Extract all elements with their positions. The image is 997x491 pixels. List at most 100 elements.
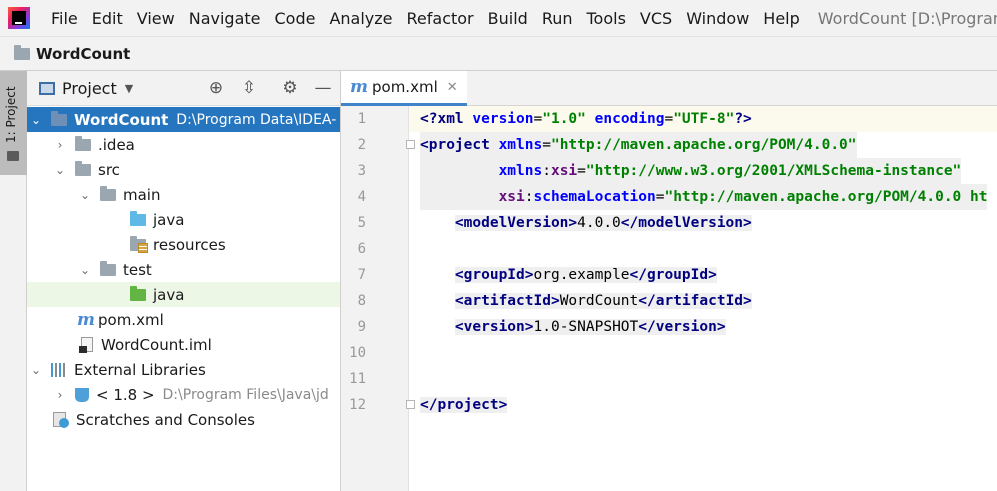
locate-target-icon[interactable]: ⊕ <box>207 79 225 97</box>
folder-icon <box>75 135 91 151</box>
left-tool-strip: 1: Project <box>0 71 27 491</box>
tag-text: 4.0.0 <box>577 215 621 231</box>
line-number: 2 <box>357 137 366 153</box>
maven-file-icon: m <box>350 77 368 97</box>
tree-item-external-libraries[interactable]: ⌄ External Libraries <box>27 357 340 382</box>
chevron-right-icon[interactable]: › <box>53 388 67 402</box>
menu-file[interactable]: File <box>44 9 85 28</box>
tree-item-test-java[interactable]: java <box>27 282 340 307</box>
code-line-4: xsi:schemaLocation="http://maven.apache.… <box>420 184 988 210</box>
jdk-icon <box>75 387 89 402</box>
line-number: 11 <box>349 371 366 387</box>
module-file-icon <box>79 337 93 353</box>
menu-run[interactable]: Run <box>535 9 580 28</box>
menu-view[interactable]: View <box>130 9 182 28</box>
chevron-right-icon[interactable]: › <box>53 138 67 152</box>
project-view-selector[interactable]: Project <box>62 79 117 98</box>
attr-name: xsi <box>550 163 578 179</box>
project-panel: Project ▼ ⊕ ⇳ ⚙ — ⌄ WordCount D:\Program… <box>27 71 341 491</box>
attr-name: version <box>472 111 534 127</box>
tag-text: org.example <box>533 267 630 283</box>
menu-window[interactable]: Window <box>679 9 756 28</box>
menu-help[interactable]: Help <box>756 9 806 28</box>
breadcrumb-project[interactable]: WordCount <box>36 45 130 63</box>
attr-value: "UTF-8" <box>673 111 735 127</box>
menu-analyze[interactable]: Analyze <box>322 9 399 28</box>
window-title: WordCount [D:\Program Dat <box>817 8 997 28</box>
folder-icon <box>75 160 91 176</box>
tree-item-main-java[interactable]: java <box>27 207 340 232</box>
folder-icon <box>14 44 30 60</box>
editor: m pom.xml ✕ 1 2 3 4 5 6 7 8 9 10 11 12 <… <box>341 71 997 491</box>
code-line-3: xmlns:xsi="http://www.w3.org/2001/XMLSch… <box>420 158 962 184</box>
tree-item-pom[interactable]: m pom.xml <box>27 307 340 332</box>
chevron-down-icon[interactable]: ⌄ <box>78 263 92 277</box>
project-tool-window-tab[interactable]: 1: Project <box>0 71 27 175</box>
tag-text: 1.0-SNAPSHOT <box>533 319 639 335</box>
tree-item-iml[interactable]: WordCount.iml <box>27 332 340 357</box>
tree-item-scratches[interactable]: Scratches and Consoles <box>27 407 340 432</box>
fold-marker-icon[interactable] <box>406 140 415 149</box>
line-number: 8 <box>357 293 366 309</box>
tree-item-label: main <box>123 185 161 204</box>
tree-item-idea[interactable]: › .idea <box>27 132 340 157</box>
chevron-down-icon[interactable]: ⌄ <box>53 163 67 177</box>
tree-item-path: D:\Program Files\Java\jd <box>162 386 329 403</box>
folder-icon <box>100 260 116 276</box>
close-icon[interactable]: ✕ <box>447 80 458 95</box>
intellij-logo-icon <box>8 7 30 29</box>
chevron-down-icon[interactable]: ⌄ <box>29 113 43 127</box>
project-view-icon <box>39 81 55 95</box>
line-number-gutter[interactable]: 1 2 3 4 5 6 7 8 9 10 11 12 <box>341 106 415 491</box>
tree-item-resources[interactable]: resources <box>27 232 340 257</box>
menu-bar: File Edit View Navigate Code Analyze Ref… <box>0 0 997 36</box>
tag-close: </version> <box>638 319 726 335</box>
tree-item-label: < 1.8 > <box>96 385 155 404</box>
attr-name: encoding <box>594 111 665 127</box>
line-number: 6 <box>357 241 366 257</box>
tree-item-test[interactable]: ⌄ test <box>27 257 340 282</box>
attr-value: "http://maven.apache.org/POM/4.0.0 ht <box>664 189 988 205</box>
code-line-5: <modelVersion>4.0.0</modelVersion> <box>420 210 752 236</box>
code-line-8: <artifactId>WordCount</artifactId> <box>420 288 752 314</box>
tree-item-label: java <box>153 210 185 229</box>
chevron-down-icon[interactable]: ⌄ <box>78 188 92 202</box>
menu-navigate[interactable]: Navigate <box>182 9 268 28</box>
test-folder-icon <box>130 285 146 301</box>
xml-prolog-close: ?> <box>734 111 752 127</box>
source-folder-icon <box>130 210 146 226</box>
chevron-down-icon[interactable]: ▼ <box>125 82 133 95</box>
tag-open: <groupId> <box>454 267 534 283</box>
tree-item-label: WordCount.iml <box>101 335 212 354</box>
tree-item-label: .idea <box>98 135 135 154</box>
tree-item-main[interactable]: ⌄ main <box>27 182 340 207</box>
menu-tools[interactable]: Tools <box>580 9 633 28</box>
line-number: 5 <box>357 215 366 231</box>
attr-value: "http://www.w3.org/2001/XMLSchema-instan… <box>585 163 962 179</box>
menu-edit[interactable]: Edit <box>85 9 130 28</box>
collapse-all-icon[interactable]: ⇳ <box>240 79 258 97</box>
menu-code[interactable]: Code <box>268 9 323 28</box>
fold-marker-icon[interactable] <box>406 400 415 409</box>
project-panel-header: Project ▼ ⊕ ⇳ ⚙ — <box>27 71 340 106</box>
xml-prolog-open: <?xml <box>420 111 464 127</box>
line-number: 7 <box>357 267 366 283</box>
menu-refactor[interactable]: Refactor <box>400 9 481 28</box>
tree-item-jdk[interactable]: › < 1.8 > D:\Program Files\Java\jd <box>27 382 340 407</box>
tag-open: <artifactId> <box>454 293 560 309</box>
code-line-7: <groupId>org.example</groupId> <box>420 262 717 288</box>
menu-vcs[interactable]: VCS <box>633 9 679 28</box>
code-line-2: <project xmlns="http://maven.apache.org/… <box>420 132 857 158</box>
tree-item-wordcount[interactable]: ⌄ WordCount D:\Program Data\IDEA- <box>27 107 340 132</box>
tag-text: WordCount <box>559 293 639 309</box>
menu-build[interactable]: Build <box>481 9 535 28</box>
gear-icon[interactable]: ⚙ <box>281 79 299 97</box>
tag-name: <project <box>420 137 490 153</box>
tree-item-label: src <box>98 160 120 179</box>
navigation-bar: WordCount <box>0 36 997 71</box>
tab-pom-xml[interactable]: m pom.xml ✕ <box>341 71 467 106</box>
tree-item-label: External Libraries <box>74 360 206 379</box>
hide-panel-icon[interactable]: — <box>314 79 332 97</box>
chevron-down-icon[interactable]: ⌄ <box>29 363 43 377</box>
tree-item-src[interactable]: ⌄ src <box>27 157 340 182</box>
